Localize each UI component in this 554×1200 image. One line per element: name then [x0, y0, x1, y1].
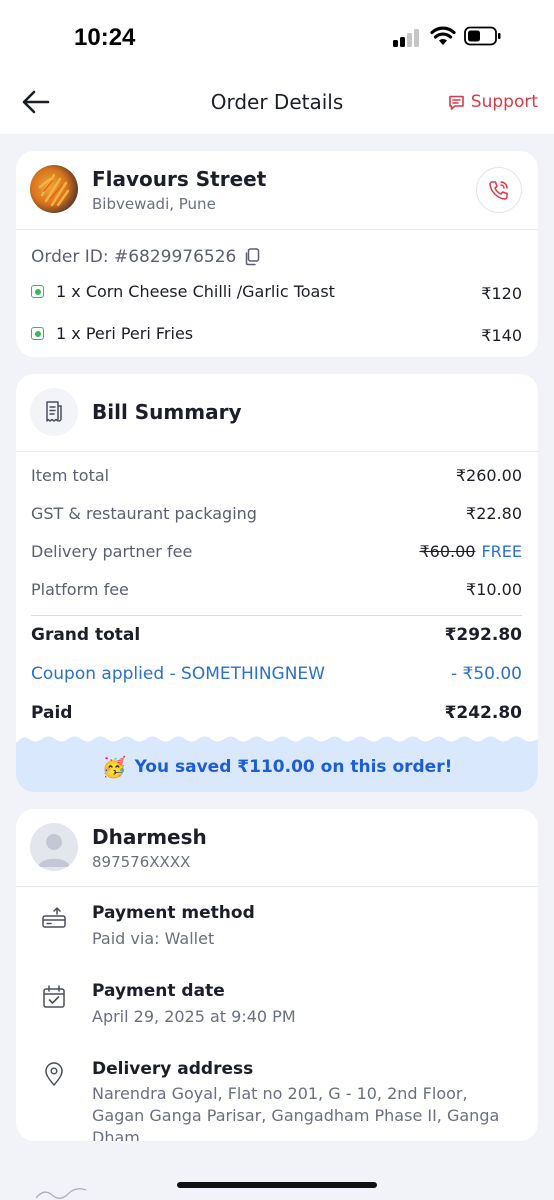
bill-row-gst: GST & restaurant packaging ₹22.80	[31, 504, 522, 523]
divider	[16, 886, 538, 887]
savings-text: You saved ₹110.00 on this order!	[134, 757, 453, 777]
restaurant-avatar	[30, 165, 78, 213]
bill-label: Delivery partner fee	[31, 542, 193, 561]
nav-bar: Order Details Support	[0, 72, 554, 134]
payment-method-value: Paid via: Wallet	[92, 929, 215, 948]
bill-row-platform: Platform fee ₹10.00	[31, 580, 522, 599]
divider	[16, 229, 538, 230]
support-chat-icon	[448, 95, 464, 110]
order-id: Order ID: #6829976526	[31, 247, 237, 267]
restaurant-location: Bibvewadi, Pune	[92, 195, 216, 213]
bill-row-coupon: Coupon applied - SOMETHINGNEW - ₹50.00	[31, 664, 522, 684]
item-price: ₹140	[481, 326, 522, 345]
bill-value: ₹260.00	[455, 466, 522, 485]
bill-value: ₹22.80	[466, 504, 522, 523]
customer-name: Dharmesh	[92, 825, 207, 849]
savings-banner: 🥳 You saved ₹110.00 on this order!	[16, 742, 538, 792]
bill-value: ₹242.80	[444, 703, 522, 723]
order-id-row: Order ID: #6829976526	[31, 247, 260, 267]
status-time: 10:24	[74, 24, 136, 51]
delivery-address-title: Delivery address	[92, 1059, 254, 1079]
bill-summary-card: Bill Summary Item total ₹260.00 GST & re…	[16, 374, 538, 792]
copy-icon[interactable]	[244, 248, 260, 266]
customer-phone: 897576XXXX	[92, 853, 191, 871]
payment-method-title: Payment method	[92, 903, 255, 923]
status-bar: 10:24	[0, 0, 554, 72]
wifi-icon	[430, 26, 456, 45]
bill-label: Grand total	[31, 625, 141, 645]
restaurant-name: Flavours Street	[92, 167, 267, 191]
receipt-icon-wrap	[30, 388, 78, 436]
user-avatar-icon	[30, 823, 78, 871]
cellular-signal-icon	[393, 29, 423, 47]
original-delivery-fee: ₹60.00	[419, 542, 476, 561]
phone-call-icon	[489, 181, 508, 200]
restaurant-card: Flavours Street Bibvewadi, Pune Order ID…	[16, 151, 538, 357]
bill-value: ₹60.00 FREE	[419, 542, 522, 561]
battery-icon	[464, 26, 501, 46]
location-pin-icon	[45, 1062, 63, 1086]
calendar-icon	[43, 985, 65, 1008]
home-indicator[interactable]	[177, 1182, 377, 1188]
wallet-icon	[42, 907, 66, 928]
bill-row-paid: Paid ₹242.80	[31, 703, 522, 723]
bill-label: Platform fee	[31, 580, 129, 599]
bill-row-grand-total: Grand total ₹292.80	[31, 625, 522, 645]
bill-value: - ₹50.00	[450, 664, 522, 684]
divider	[31, 615, 522, 616]
item-name: 1 x Peri Peri Fries	[56, 324, 194, 343]
bill-summary-title: Bill Summary	[92, 400, 242, 424]
customer-card: Dharmesh 897576XXXX Payment method Paid …	[16, 809, 538, 1141]
call-restaurant-button[interactable]	[476, 167, 522, 213]
list-item: 1 x Corn Cheese Chilli /Garlic Toast ₹12…	[31, 280, 522, 303]
bill-value: ₹10.00	[466, 580, 522, 599]
payment-date-value: April 29, 2025 at 9:40 PM	[92, 1007, 296, 1026]
party-emoji-icon: 🥳	[101, 755, 127, 779]
support-label: Support	[470, 92, 538, 112]
bill-label: GST & restaurant packaging	[31, 504, 257, 523]
bill-value: ₹292.80	[444, 625, 522, 645]
bill-label: Item total	[31, 466, 110, 485]
veg-indicator-icon	[31, 327, 44, 340]
bill-label: Paid	[31, 703, 73, 723]
delivery-free-label: FREE	[481, 542, 522, 561]
bill-row-delivery: Delivery partner fee ₹60.00 FREE	[31, 542, 522, 561]
receipt-icon	[46, 401, 62, 422]
item-price: ₹120	[481, 284, 522, 303]
payment-date-title: Payment date	[92, 981, 225, 1001]
support-button[interactable]: Support	[448, 92, 538, 112]
item-name: 1 x Corn Cheese Chilli /Garlic Toast	[56, 282, 335, 301]
list-item: 1 x Peri Peri Fries ₹140	[31, 322, 522, 345]
bill-row-item-total: Item total ₹260.00	[31, 466, 522, 485]
veg-indicator-icon	[31, 285, 44, 298]
delivery-address-value: Narendra Goyal, Flat no 201, G - 10, 2nd…	[92, 1084, 500, 1141]
footer-logo-icon	[35, 1187, 87, 1199]
divider	[16, 451, 538, 452]
bill-label: Coupon applied - SOMETHINGNEW	[31, 664, 325, 684]
